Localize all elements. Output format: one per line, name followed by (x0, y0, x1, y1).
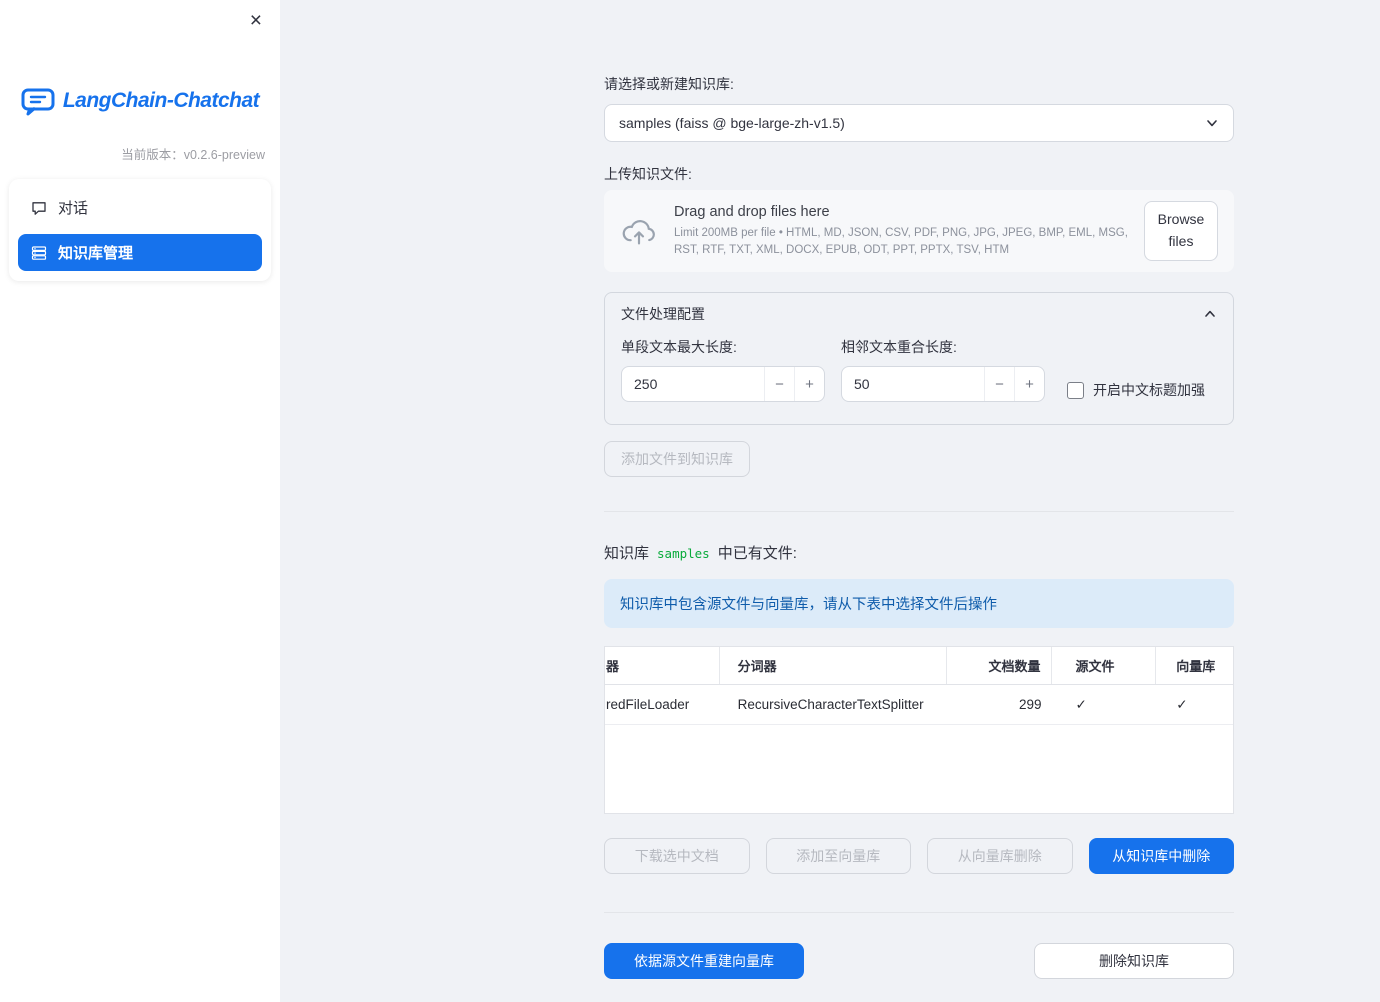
kb-files-heading: 知识库 samples 中已有文件: (604, 542, 1234, 563)
divider (604, 511, 1234, 512)
chunk-size-decrement-button[interactable]: − (764, 367, 794, 401)
overlap-size-decrement-button[interactable]: − (984, 367, 1014, 401)
zh-title-enhance-group: 开启中文标题加强 (1067, 372, 1205, 408)
kb-name-code: samples (657, 546, 710, 561)
delete-kb-button[interactable]: 删除知识库 (1034, 943, 1234, 979)
main-area: 请选择或新建知识库: samples (faiss @ bge-large-zh… (280, 0, 1380, 1002)
add-to-vector-store-button[interactable]: 添加至向量库 (765, 838, 911, 874)
divider (604, 912, 1234, 913)
overlap-size-increment-button[interactable]: + (1014, 367, 1044, 401)
chat-logo-icon (21, 86, 55, 116)
file-config-expander-header[interactable]: 文件处理配置 (605, 293, 1233, 335)
chevron-up-icon (1203, 307, 1217, 321)
kb-files-suffix: 中已有文件: (717, 545, 797, 562)
rebuild-vector-store-button[interactable]: 依据源文件重建向量库 (604, 943, 804, 979)
add-files-to-kb-button[interactable]: 添加文件到知识库 (604, 441, 750, 477)
sidebar-item-label: 对话 (58, 200, 89, 217)
table-header-loader[interactable]: 器 (605, 647, 720, 684)
kb-select[interactable]: samples (faiss @ bge-large-zh-v1.5) (604, 104, 1234, 142)
zh-title-enhance-label: 开启中文标题加强 (1093, 382, 1205, 398)
table-header-splitter[interactable]: 分词器 (720, 647, 947, 684)
sidebar: × LangChain-Chatchat 当前版本：v0.2.6-preview… (0, 0, 280, 1002)
info-banner: 知识库中包含源文件与向量库，请从下表中选择文件后操作 (604, 579, 1234, 628)
chunk-size-label: 单段文本最大长度: (621, 339, 737, 355)
delete-from-vector-store-button[interactable]: 从向量库删除 (927, 838, 1073, 874)
app-logo: LangChain-Chatchat (0, 86, 280, 116)
table-header-row: 器 分词器 文档数量 源文件 向量库 (605, 647, 1233, 685)
chunk-size-value[interactable]: 250 (622, 367, 764, 401)
kb-files-table[interactable]: 器 分词器 文档数量 源文件 向量库 redFileLoader Recursi… (604, 646, 1234, 814)
dropzone-limit-text: Limit 200MB per file • HTML, MD, JSON, C… (674, 226, 1128, 256)
overlap-size-label: 相邻文本重合长度: (841, 339, 957, 355)
kb-files-prefix: 知识库 (604, 545, 650, 562)
version-label: 当前版本：v0.2.6-preview (121, 148, 265, 162)
cell-source-file-check[interactable]: ✓ (1052, 685, 1157, 724)
sidebar-item-knowledge-base[interactable]: 知识库管理 (18, 234, 262, 271)
table-header-vector-store[interactable]: 向量库 (1156, 647, 1233, 684)
overlap-size-value[interactable]: 50 (842, 367, 984, 401)
kb-bottom-buttons: 依据源文件重建向量库 删除知识库 (604, 943, 1234, 979)
kb-select-label: 请选择或新建知识库: (604, 76, 734, 92)
stack-icon (31, 245, 47, 261)
zh-title-enhance-checkbox[interactable] (1067, 381, 1084, 399)
cell-loader[interactable]: redFileLoader (605, 685, 720, 724)
close-sidebar-icon[interactable]: × (244, 4, 268, 37)
app-title: LangChain-Chatchat (62, 89, 260, 112)
chunk-size-increment-button[interactable]: + (794, 367, 824, 401)
file-dropzone[interactable]: Drag and drop files here Limit 200MB per… (604, 190, 1234, 272)
file-config-title: 文件处理配置 (621, 306, 705, 322)
overlap-size-input: 50 − + (841, 366, 1045, 402)
sidebar-item-label: 知识库管理 (58, 245, 134, 262)
cloud-upload-icon (620, 216, 658, 246)
chunk-size-input: 250 − + (621, 366, 825, 402)
chevron-down-icon (1205, 116, 1219, 130)
browse-files-button[interactable]: Browse files (1144, 201, 1218, 261)
dropzone-title: Drag and drop files here (674, 203, 830, 220)
table-header-docs-count[interactable]: 文档数量 (947, 647, 1052, 684)
table-header-source-file[interactable]: 源文件 (1052, 647, 1157, 684)
cell-vector-store-check[interactable]: ✓ (1156, 685, 1233, 724)
kb-select-value: samples (faiss @ bge-large-zh-v1.5) (619, 115, 845, 131)
cell-docs-count[interactable]: 299 (947, 685, 1052, 724)
table-row[interactable]: redFileLoader RecursiveCharacterTextSpli… (605, 685, 1233, 725)
download-selected-button[interactable]: 下载选中文档 (604, 838, 750, 874)
dropzone-instructions: Drag and drop files here Limit 200MB per… (674, 204, 1128, 258)
sidebar-menu: 对话 知识库管理 (9, 179, 271, 281)
table-action-buttons: 下载选中文档 添加至向量库 从向量库删除 从知识库中删除 (604, 838, 1234, 874)
delete-from-kb-button[interactable]: 从知识库中删除 (1088, 838, 1234, 874)
file-config-expander: 文件处理配置 单段文本最大长度: 250 − + 相邻文本重合长度: 50 − … (604, 292, 1234, 425)
sidebar-item-dialogue[interactable]: 对话 (18, 189, 262, 226)
chat-bubble-icon (31, 200, 47, 216)
upload-label: 上传知识文件: (604, 166, 692, 182)
cell-splitter[interactable]: RecursiveCharacterTextSplitter (720, 685, 947, 724)
